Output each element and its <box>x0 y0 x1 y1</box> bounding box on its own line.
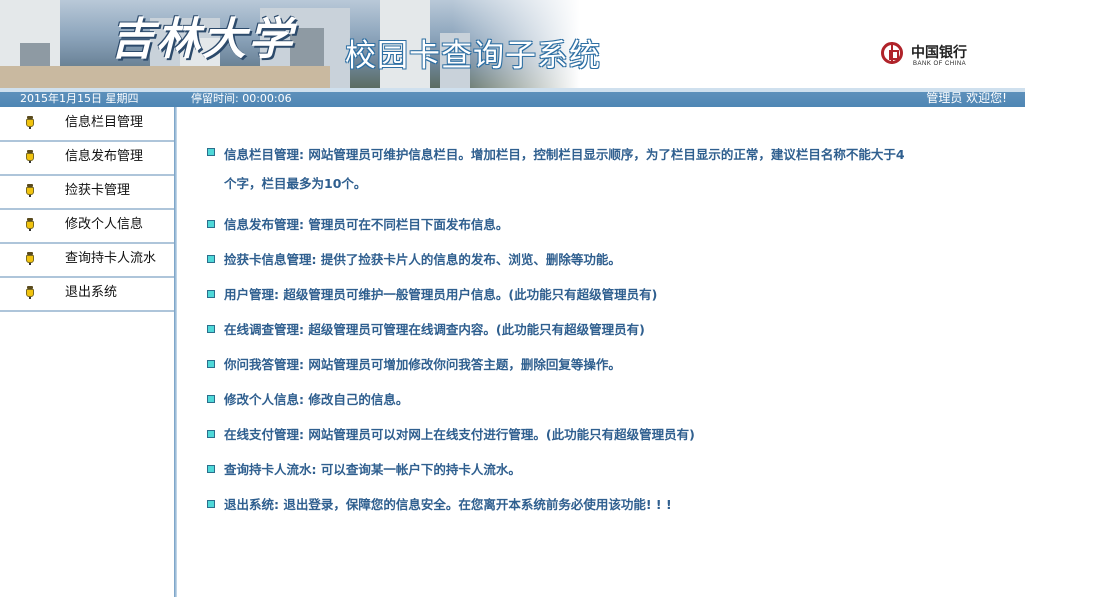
info-text: 在线调查管理: 超级管理员可管理在线调查内容。(此功能只有超级管理员有) <box>224 322 645 337</box>
info-text: 信息栏目管理: 网站管理员可维护信息栏目。增加栏目，控制栏目显示顺序，为了栏目显… <box>224 147 905 162</box>
sidebar-item-edit-profile[interactable]: 修改个人信息 <box>0 209 174 244</box>
square-bullet-icon <box>207 360 215 368</box>
header-banner: 吉林大学 校园卡查询子系统 中国银行 BANK OF CHINA <box>0 0 1025 88</box>
sidebar-item-label: 修改个人信息 <box>65 217 144 232</box>
info-text-continued: 个字，栏目最多为10个。 <box>224 176 367 191</box>
info-text: 退出系统: 退出登录，保障您的信息安全。在您离开本系统前务必使用该功能! ! ! <box>224 497 672 512</box>
sidebar-item-cardholder-flow[interactable]: 查询持卡人流水 <box>0 243 174 278</box>
info-text: 在线支付管理: 网站管理员可以对网上在线支付进行管理。(此功能只有超级管理员有) <box>224 427 695 442</box>
sidebar-item-info-publish[interactable]: 信息发布管理 <box>0 141 174 176</box>
square-bullet-icon <box>207 255 215 263</box>
sidebar-item-label: 信息栏目管理 <box>65 115 144 130</box>
info-text: 修改个人信息: 修改自己的信息。 <box>224 392 409 407</box>
pen-icon <box>26 150 34 163</box>
stay-time: 停留时间: 00:00:06 <box>191 92 292 105</box>
sidebar-item-label: 信息发布管理 <box>65 149 144 164</box>
sidebar-item-label: 查询持卡人流水 <box>65 251 157 266</box>
bank-logo-en: BANK OF CHINA <box>913 61 967 67</box>
status-bar: 2015年1月15日 星期四 停留时间: 00:00:06 管理员 欢迎您! <box>0 88 1025 107</box>
bank-logo-cn: 中国银行 <box>911 45 967 61</box>
sidebar-item-info-column[interactable]: 信息栏目管理 <box>0 107 174 142</box>
info-text: 你问我答管理: 网站管理员可增加修改你问我答主题，删除回复等操作。 <box>224 357 621 372</box>
current-date: 2015年1月15日 星期四 <box>20 92 139 105</box>
square-bullet-icon <box>207 430 215 438</box>
square-bullet-icon <box>207 148 215 156</box>
sidebar: 信息栏目管理 信息发布管理 捡获卡管理 修改个人信息 查询持卡人流水 退出系统 <box>0 107 174 597</box>
main-content: 信息栏目管理: 网站管理员可维护信息栏目。增加栏目，控制栏目显示顺序，为了栏目显… <box>177 107 1025 597</box>
square-bullet-icon <box>207 290 215 298</box>
sidebar-item-logout[interactable]: 退出系统 <box>0 277 174 312</box>
pen-icon <box>26 116 34 129</box>
system-title: 校园卡查询子系统 <box>345 38 601 74</box>
square-bullet-icon <box>207 325 215 333</box>
sidebar-item-label: 捡获卡管理 <box>65 183 131 198</box>
pen-icon <box>26 184 34 197</box>
pen-icon <box>26 218 34 231</box>
info-text: 查询持卡人流水: 可以查询某一帐户下的持卡人流水。 <box>224 462 521 477</box>
pen-icon <box>26 286 34 299</box>
square-bullet-icon <box>207 465 215 473</box>
info-text: 捡获卡信息管理: 提供了捡获卡片人的信息的发布、浏览、删除等功能。 <box>224 252 621 267</box>
square-bullet-icon <box>207 500 215 508</box>
info-text: 信息发布管理: 管理员可在不同栏目下面发布信息。 <box>224 217 509 232</box>
bank-of-china-logo: 中国银行 BANK OF CHINA <box>881 42 981 74</box>
sidebar-item-found-card[interactable]: 捡获卡管理 <box>0 175 174 210</box>
pen-icon <box>26 252 34 265</box>
bank-of-china-icon <box>881 42 903 64</box>
sidebar-item-label: 退出系统 <box>65 285 118 300</box>
school-logo: 吉林大学 <box>110 14 294 65</box>
square-bullet-icon <box>207 220 215 228</box>
user-greeting: 管理员 欢迎您! <box>926 91 1007 105</box>
square-bullet-icon <box>207 395 215 403</box>
info-text: 用户管理: 超级管理员可维护一般管理员用户信息。(此功能只有超级管理员有) <box>224 287 658 302</box>
